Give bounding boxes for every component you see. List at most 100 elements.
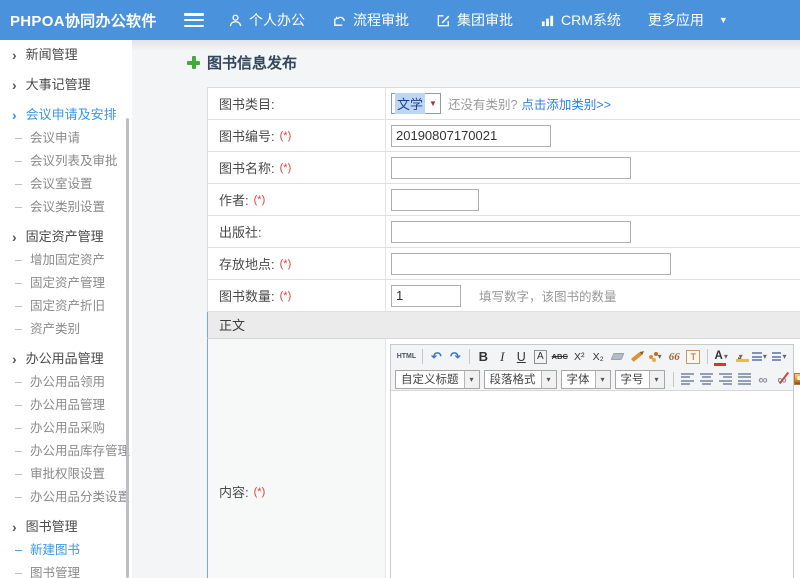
underline-icon[interactable]: U [513, 347, 529, 366]
eraser-icon[interactable] [609, 347, 625, 366]
caret-down-icon: ▾ [595, 371, 610, 388]
dash-icon: – [15, 272, 22, 294]
paste-text-icon[interactable]: T [685, 347, 701, 366]
toolbar-separator [469, 349, 470, 364]
sidebar-group[interactable]: ›大事记管理 [0, 74, 132, 96]
sidebar-group[interactable]: ›图书管理 [0, 516, 132, 538]
dash-icon: – [15, 440, 22, 462]
author-input[interactable] [391, 189, 479, 211]
bar-chart-icon [540, 13, 555, 28]
highlight-color-icon[interactable]: ▾ [732, 347, 748, 366]
select-label: 字体 [562, 371, 595, 388]
sidebar-item[interactable]: –办公用品采购 [0, 417, 132, 439]
sidebar-item[interactable]: –办公用品分类设置 [0, 486, 132, 508]
caret-down-icon: ▾ [724, 352, 728, 361]
sidebar: ›新闻管理 ›大事记管理 ›会议申请及安排–会议申请–会议列表及审批–会议室设置–会… [0, 40, 132, 578]
select-label: 段落格式 [485, 371, 541, 388]
redo-icon[interactable]: ↷ [447, 347, 463, 366]
align-left-icon[interactable] [679, 370, 695, 389]
location-input[interactable] [391, 253, 671, 275]
bold-icon[interactable]: B [475, 347, 491, 366]
align-right-icon[interactable] [717, 370, 733, 389]
dash-icon: – [15, 127, 22, 149]
nav-group-approval[interactable]: 集团审批 [436, 10, 513, 30]
format-brush-icon[interactable] [628, 347, 644, 366]
nav-more-apps[interactable]: 更多应用 [648, 10, 704, 30]
auto-typeset-icon[interactable]: ▾ [647, 347, 663, 366]
form-row-publisher: 出版社: [207, 216, 800, 248]
sidebar-group-label: 固定资产管理 [26, 226, 104, 248]
sidebar-item[interactable]: –审批权限设置 [0, 463, 132, 485]
unordered-list-icon[interactable]: ▾ [771, 347, 788, 366]
paragraph-select[interactable]: 段落格式▾ [484, 370, 557, 389]
field-label: 内容: (*) [208, 339, 386, 578]
editor-content-area[interactable] [391, 391, 793, 578]
quantity-input[interactable] [391, 285, 461, 307]
font-color-icon[interactable]: A▾ [713, 347, 729, 366]
sidebar-item[interactable]: –办公用品库存管理 [0, 440, 132, 462]
sidebar-group[interactable]: ›办公用品管理 [0, 348, 132, 370]
book-number-input[interactable] [391, 125, 551, 147]
publisher-input[interactable] [391, 221, 631, 243]
sidebar-item[interactable]: –增加固定资产 [0, 249, 132, 271]
sidebar-group[interactable]: ›会议申请及安排 [0, 104, 132, 126]
sidebar-item[interactable]: –会议类别设置 [0, 196, 132, 218]
dash-icon: – [15, 318, 22, 340]
sidebar-group-label: 新闻管理 [26, 44, 78, 66]
sidebar-scrollbar[interactable] [126, 118, 129, 578]
sidebar-item[interactable]: –会议申请 [0, 127, 132, 149]
hamburger-menu-icon[interactable] [184, 13, 204, 27]
ordered-list-icon[interactable]: ▾ [751, 347, 768, 366]
caret-down-icon: ▾ [763, 352, 767, 361]
dash-icon: – [15, 463, 22, 485]
add-category-link[interactable]: 点击添加类别>> [521, 94, 611, 113]
nav-process-approval[interactable]: 流程审批 [332, 10, 409, 30]
form-row-author: 作者: (*) [207, 184, 800, 216]
subscript-icon[interactable]: X₂ [590, 347, 606, 366]
sidebar-item[interactable]: –资产类别 [0, 318, 132, 340]
superscript-icon[interactable]: X² [571, 347, 587, 366]
sidebar-item-label: 固定资产折旧 [30, 295, 105, 317]
required-mark: (*) [280, 258, 292, 270]
font-box-icon[interactable]: A [532, 347, 548, 366]
font-family-select[interactable]: 字体▾ [561, 370, 611, 389]
sidebar-item[interactable]: –固定资产折旧 [0, 295, 132, 317]
sidebar-item[interactable]: –固定资产管理 [0, 272, 132, 294]
sidebar-item[interactable]: –会议列表及审批 [0, 150, 132, 172]
heading-select[interactable]: 自定义标题▾ [395, 370, 480, 389]
sidebar-group[interactable]: ›新闻管理 [0, 44, 132, 66]
sidebar-item[interactable]: –会议室设置 [0, 173, 132, 195]
dash-icon: – [15, 394, 22, 416]
caret-down-icon: ▾ [658, 352, 662, 361]
sidebar-item[interactable]: –图书管理 [0, 562, 132, 578]
nav-personal-office[interactable]: 个人办公 [228, 10, 305, 30]
image-icon[interactable] [793, 370, 800, 389]
sidebar-group[interactable]: ›固定资产管理 [0, 226, 132, 248]
dash-icon: – [15, 249, 22, 271]
dash-icon: – [15, 371, 22, 393]
app-logo: PHPOA协同办公软件 [0, 10, 172, 31]
book-name-input[interactable] [391, 157, 631, 179]
align-center-icon[interactable] [698, 370, 714, 389]
category-select[interactable]: 文学 ▼ [391, 93, 441, 114]
link-icon[interactable]: ∞ [755, 370, 771, 389]
form-row-book-no: 图书编号: (*) [207, 120, 800, 152]
sidebar-item-label: 资产类别 [30, 318, 80, 340]
italic-icon[interactable]: I [494, 347, 510, 366]
nav-crm-system[interactable]: CRM系统 [540, 10, 621, 30]
sidebar-menu: ›新闻管理 ›大事记管理 ›会议申请及安排–会议申请–会议列表及审批–会议室设置–会… [0, 44, 132, 578]
caret-down-icon[interactable]: ▼ [719, 15, 728, 25]
sidebar-group-label: 大事记管理 [26, 74, 91, 96]
align-justify-icon[interactable] [736, 370, 752, 389]
undo-icon[interactable]: ↶ [428, 347, 444, 366]
sidebar-item[interactable]: –办公用品管理 [0, 394, 132, 416]
font-size-select[interactable]: 字号▾ [615, 370, 665, 389]
source-code-icon[interactable]: HTML [397, 347, 417, 366]
unlink-icon[interactable]: ∞ [774, 370, 790, 389]
form-row-book-name: 图书名称: (*) [207, 152, 800, 184]
top-nav: 个人办公 流程审批 集团审批 CRM系统 更多应用 ▼ [228, 10, 728, 30]
strikethrough-icon[interactable]: ABC [551, 347, 568, 366]
sidebar-item[interactable]: –办公用品领用 [0, 371, 132, 393]
sidebar-item[interactable]: –新建图书 [0, 539, 132, 561]
blockquote-icon[interactable]: 66 [666, 347, 682, 366]
